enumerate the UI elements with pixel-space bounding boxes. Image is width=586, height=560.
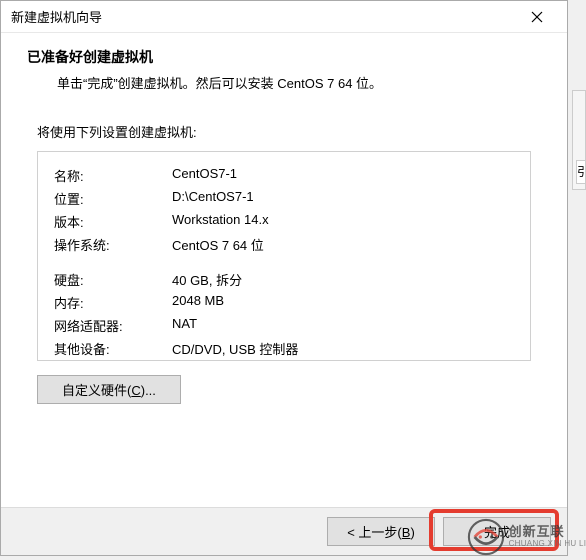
row-network: 网络适配器: NAT xyxy=(54,314,514,337)
label-os: 操作系统: xyxy=(54,235,172,254)
settings-summary-box: 名称: CentOS7-1 位置: D:\CentOS7-1 版本: Works… xyxy=(37,151,531,361)
window-title: 新建虚拟机向导 xyxy=(11,7,102,26)
side-key-fragment: 引 xyxy=(576,160,586,184)
finish-button[interactable]: 完成 xyxy=(443,517,551,546)
row-memory: 内存: 2048 MB xyxy=(54,291,514,314)
label-network: 网络适配器: xyxy=(54,316,172,335)
settings-intro-label: 将使用下列设置创建虚拟机: xyxy=(37,122,531,141)
value-other: CD/DVD, USB 控制器 xyxy=(172,339,298,358)
value-name: CentOS7-1 xyxy=(172,166,237,185)
row-other: 其他设备: CD/DVD, USB 控制器 xyxy=(54,337,514,360)
customize-hardware-label: 自定义硬件(C)... xyxy=(62,383,156,398)
value-location: D:\CentOS7-1 xyxy=(172,189,254,208)
customize-hardware-button[interactable]: 自定义硬件(C)... xyxy=(37,375,181,404)
value-os: CentOS 7 64 位 xyxy=(172,235,264,254)
label-disk: 硬盘: xyxy=(54,270,172,289)
row-version: 版本: Workstation 14.x xyxy=(54,210,514,233)
value-memory: 2048 MB xyxy=(172,293,224,312)
label-location: 位置: xyxy=(54,189,172,208)
value-network: NAT xyxy=(172,316,197,335)
label-other: 其他设备: xyxy=(54,339,172,358)
body-section: 将使用下列设置创建虚拟机: 名称: CentOS7-1 位置: D:\CentO… xyxy=(1,102,567,404)
back-button-label: < 上一步(B) xyxy=(347,525,415,540)
header-section: 已准备好创建虚拟机 单击“完成”创建虚拟机。然后可以安装 CentOS 7 64… xyxy=(1,33,567,102)
row-os: 操作系统: CentOS 7 64 位 xyxy=(54,233,514,256)
finish-button-label: 完成 xyxy=(484,525,510,540)
back-button[interactable]: < 上一步(B) xyxy=(327,517,435,546)
header-subtitle: 单击“完成”创建虚拟机。然后可以安装 CentOS 7 64 位。 xyxy=(27,73,541,92)
value-disk: 40 GB, 拆分 xyxy=(172,270,242,289)
footer-bar: < 上一步(B) 完成 xyxy=(1,507,567,555)
dialog-window: 新建虚拟机向导 已准备好创建虚拟机 单击“完成”创建虚拟机。然后可以安装 Cen… xyxy=(0,0,568,556)
row-name: 名称: CentOS7-1 xyxy=(54,164,514,187)
label-memory: 内存: xyxy=(54,293,172,312)
close-button[interactable] xyxy=(517,3,557,31)
row-location: 位置: D:\CentOS7-1 xyxy=(54,187,514,210)
close-icon xyxy=(531,11,543,23)
label-version: 版本: xyxy=(54,212,172,231)
titlebar: 新建虚拟机向导 xyxy=(1,1,567,33)
label-name: 名称: xyxy=(54,166,172,185)
value-version: Workstation 14.x xyxy=(172,212,269,231)
row-disk: 硬盘: 40 GB, 拆分 xyxy=(54,268,514,291)
header-title: 已准备好创建虚拟机 xyxy=(27,47,541,67)
